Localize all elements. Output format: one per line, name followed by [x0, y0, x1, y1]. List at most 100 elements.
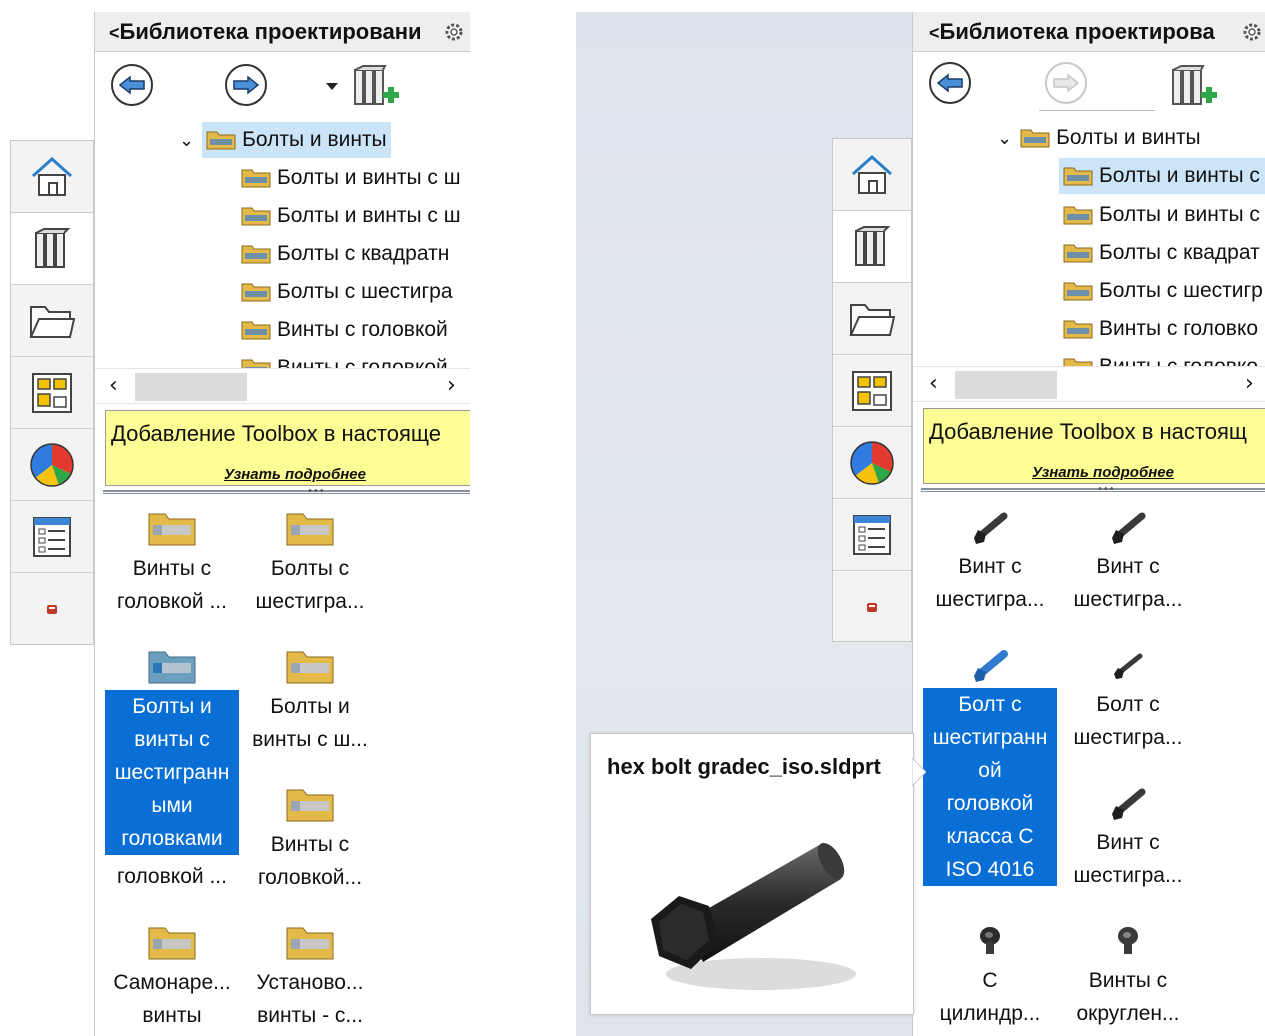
design-library-panel-right: <Библиотека проектирова ⌄ Болты и винты …	[912, 12, 1265, 1036]
tab-home[interactable]	[11, 141, 93, 213]
tab-design-library[interactable]	[833, 211, 911, 283]
learn-more-link[interactable]: Узнать подробнее	[924, 464, 1265, 481]
scroll-left-arrow-icon[interactable]: ‹	[109, 373, 118, 398]
library-item[interactable]: Болт с шестигра...	[1061, 640, 1195, 754]
tree-root-node[interactable]: ⌄ Болты и винты	[179, 122, 391, 158]
task-pane-tabs-right	[832, 138, 912, 642]
tab-appearances[interactable]	[833, 427, 911, 499]
learn-more-link[interactable]: Узнать подробнее	[106, 466, 470, 483]
tab-design-library[interactable]	[11, 213, 93, 285]
library-item[interactable]: Болты с шестигра...	[243, 504, 377, 618]
chevron-down-icon[interactable]: ⌄	[997, 128, 1012, 149]
folder-icon	[243, 780, 377, 828]
tree-item[interactable]: Винты с головкой	[241, 312, 448, 348]
forward-button[interactable]	[1045, 62, 1087, 104]
home-icon	[851, 154, 893, 194]
tree-item[interactable]: Болты и винты с ш	[241, 160, 461, 196]
appearances-icon	[850, 440, 894, 485]
tab-appearances[interactable]	[11, 429, 93, 501]
dropdown-arrow-icon[interactable]	[325, 82, 339, 92]
library-item[interactable]: Винт с шестигра...	[923, 502, 1057, 616]
library-tree: ⌄ Болты и винты Болты и винты с ш Болты …	[95, 120, 470, 370]
pane-splitter[interactable]	[103, 490, 470, 494]
chevron-left-icon[interactable]: <	[913, 23, 940, 43]
arrow-left-icon	[936, 73, 963, 93]
tab-file-explorer[interactable]	[833, 283, 911, 355]
tree-root-node[interactable]: ⌄ Болты и винты	[997, 120, 1201, 156]
library-item[interactable]: Винт с шестигра...	[1061, 778, 1195, 892]
folder-icon	[241, 320, 271, 340]
library-item[interactable]: Винты с головкой ...	[105, 504, 239, 618]
library-item-selected[interactable]: Болты и винты с шестигранн ыми головками	[105, 642, 239, 855]
tree-item[interactable]: Болты с квадратн	[241, 236, 449, 272]
scroll-left-arrow-icon[interactable]: ‹	[929, 371, 938, 396]
folder-icon	[1063, 319, 1093, 339]
screw-icon	[1061, 916, 1195, 964]
library-item-selected[interactable]: Болт с шестигранн ой головкой класса С I…	[923, 640, 1057, 886]
folder-icon	[206, 130, 236, 150]
folder-icon	[1063, 281, 1093, 301]
library-item[interactable]: Болты и винты с ш...	[243, 642, 377, 756]
tree-item[interactable]: Болты и винты с	[1063, 197, 1260, 233]
view-palette-icon	[32, 372, 72, 413]
tab-custom-properties[interactable]	[833, 499, 911, 571]
library-item[interactable]: головкой ...	[105, 860, 239, 893]
folder-icon	[243, 642, 377, 690]
splitter-grip-icon: •••	[307, 486, 325, 497]
library-item[interactable]: Установо... винты - с...	[243, 918, 377, 1032]
splitter-grip-icon: •••	[1097, 484, 1115, 495]
back-button[interactable]	[111, 64, 153, 106]
forward-button[interactable]	[225, 64, 267, 106]
tab-view-palette[interactable]	[833, 355, 911, 427]
tree-item[interactable]: Болты с квадрат	[1063, 235, 1260, 271]
chevron-down-icon[interactable]: ⌄	[179, 130, 194, 151]
scroll-right-arrow-icon[interactable]: ›	[447, 373, 456, 398]
scroll-right-arrow-icon[interactable]: ›	[1245, 371, 1254, 396]
tree-item[interactable]: Болты с шестигр	[1063, 273, 1263, 309]
library-item[interactable]: Винты с округлен...	[1061, 916, 1195, 1030]
chevron-left-icon[interactable]: <	[95, 23, 120, 43]
tab-view-palette[interactable]	[11, 357, 93, 429]
folder-icon	[243, 918, 377, 966]
tab-solidworks-forum[interactable]	[11, 573, 93, 645]
tree-item[interactable]: Болты и винты с ш	[241, 198, 461, 234]
bolt-icon	[1061, 778, 1195, 826]
arrow-left-icon	[118, 75, 145, 95]
back-button[interactable]	[929, 62, 971, 104]
tooltip-pointer	[912, 758, 926, 786]
tab-file-explorer[interactable]	[11, 285, 93, 357]
tab-solidworks-forum[interactable]	[833, 571, 911, 643]
solidworks-forum-icon	[867, 603, 877, 612]
gear-icon[interactable]	[443, 21, 465, 43]
custom-properties-icon	[33, 516, 71, 557]
horizontal-scrollbar[interactable]: ‹ ›	[95, 368, 470, 404]
gear-icon[interactable]	[1241, 21, 1263, 43]
tree-item[interactable]: Болты с шестигра	[241, 274, 453, 310]
tree-item[interactable]: Винты с головко	[1063, 311, 1258, 347]
arrow-right-icon	[233, 75, 260, 95]
add-to-library-icon[interactable]	[351, 64, 399, 110]
scroll-thumb[interactable]	[955, 371, 1057, 399]
nav-divider	[1039, 110, 1155, 111]
library-item[interactable]: Винт с шестигра...	[1061, 502, 1195, 616]
pane-splitter[interactable]	[921, 488, 1265, 492]
library-item[interactable]: Самонаре... винты	[105, 918, 239, 1032]
tooltip-title: hex bolt gradec_iso.sldprt	[607, 754, 881, 779]
horizontal-scrollbar[interactable]: ‹ ›	[913, 366, 1265, 402]
tab-home[interactable]	[833, 139, 911, 211]
task-pane-tabs-left	[10, 140, 94, 645]
library-tree: ⌄ Болты и винты Болты и винты с Болты и …	[913, 120, 1265, 370]
add-to-library-icon[interactable]	[1169, 64, 1217, 110]
file-explorer-icon	[849, 303, 896, 336]
tree-item[interactable]: Винты с головкой	[241, 350, 448, 370]
tree-root-label: Болты и винты	[242, 128, 387, 151]
bolt-icon	[923, 502, 1057, 550]
bolt-icon	[923, 640, 1057, 688]
tree-item-selected[interactable]: Болты и винты с	[1059, 158, 1265, 194]
panel-title: <Библиотека проектировани	[95, 12, 470, 52]
scroll-thumb[interactable]	[135, 373, 247, 401]
library-item[interactable]: С цилиндр...	[923, 916, 1057, 1030]
hex-bolt-preview-icon	[651, 842, 856, 990]
tab-custom-properties[interactable]	[11, 501, 93, 573]
library-item[interactable]: Винты с головкой...	[243, 780, 377, 894]
